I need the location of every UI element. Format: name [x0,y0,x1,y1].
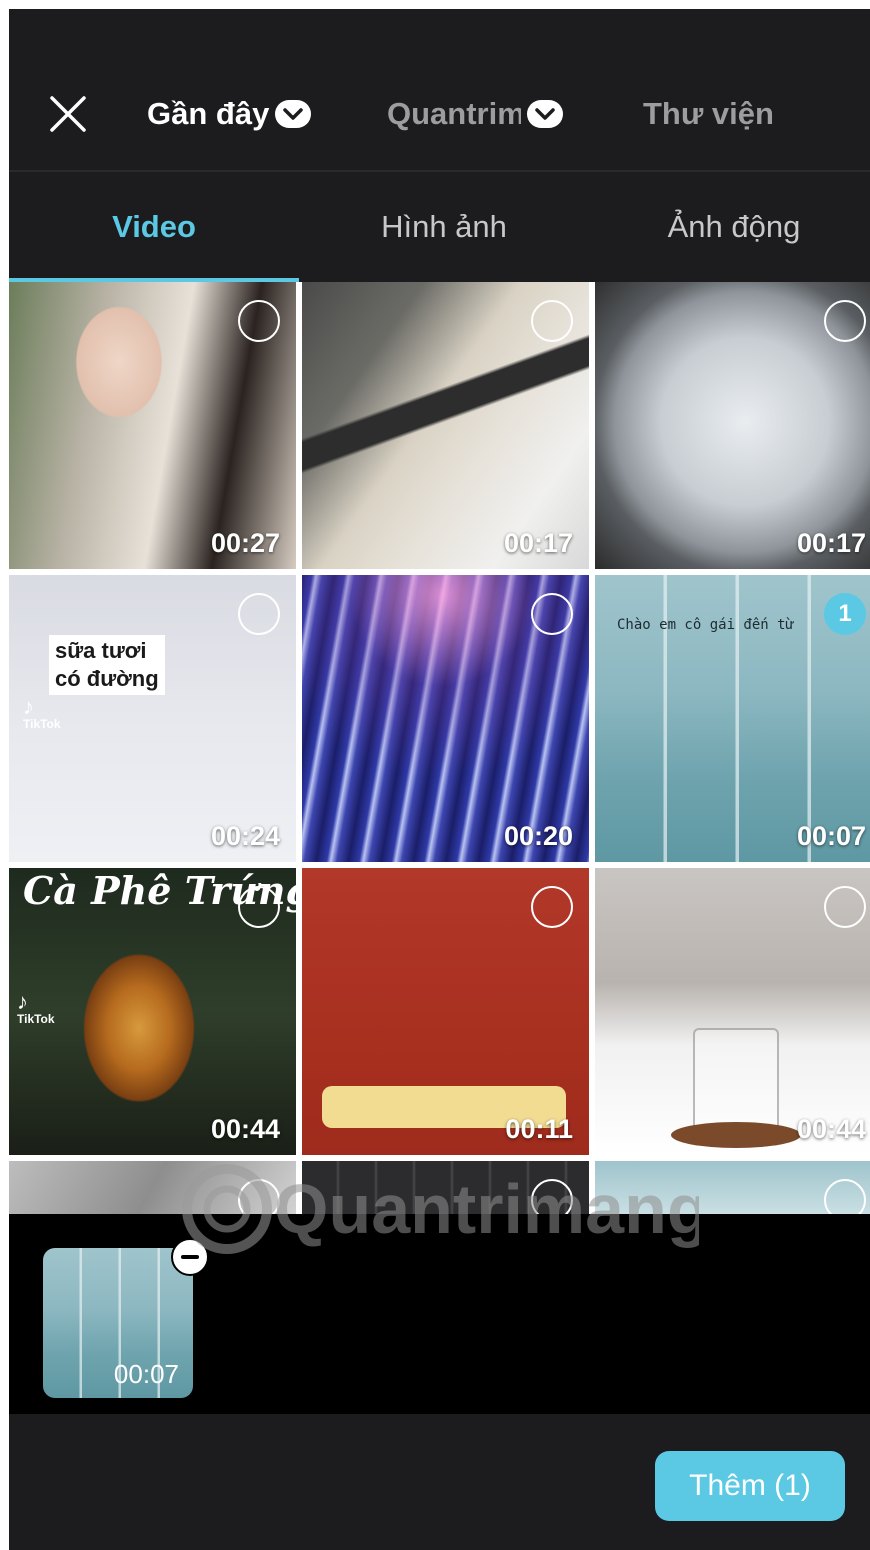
grid-item-video[interactable]: 00:17 [302,282,589,569]
tiktok-logo: ♪ TikTok [23,694,61,732]
tab-images[interactable]: Hình ảnh [299,172,589,282]
coaster-shape [671,1122,801,1148]
grid-item-video[interactable]: Cà Phê Trứng ♪ TikTok 00:44 [9,868,296,1155]
tiktok-logo: ♪ TikTok [17,989,55,1027]
album-tab-library[interactable]: Thư viện [643,93,774,135]
grid-item-video[interactable]: 00:11 [302,868,589,1155]
grid-item-video[interactable] [9,1161,296,1214]
video-caption: Chào em cô gái đến từ [617,617,795,633]
grid-item-video-selected[interactable]: Chào em cô gái đến từ 1 00:07 [595,575,870,862]
tab-gifs[interactable]: Ảnh động [589,172,870,282]
video-caption: sữa tươi có đường [49,635,165,695]
top-bar: Gần đây Quantrimang Thư viện [9,9,870,170]
album-tab-label: Thư viện [643,96,774,131]
album-tab-recent[interactable]: Gần đây [147,93,312,135]
bottom-bar: Thêm (1) [9,1414,870,1550]
video-duration: 00:27 [210,528,280,558]
remove-button[interactable] [171,1238,209,1276]
album-tab-label: Gần đây [147,96,270,131]
media-type-tabs: Video Hình ảnh Ảnh động [9,172,870,282]
video-duration: 00:07 [796,821,866,851]
media-grid: 00:27 00:17 00:17 sữa tươi có đường ♪ Tik… [9,282,870,1214]
select-circle[interactable] [824,1179,866,1214]
select-circle[interactable] [824,886,866,928]
grid-item-video[interactable]: 00:44 [595,868,870,1155]
video-duration: 00:44 [210,1114,280,1144]
video-duration: 00:11 [505,1114,573,1144]
close-icon [50,96,86,132]
media-picker-screen: Gần đây Quantrimang Thư viện Video Hình … [9,9,870,1550]
chevron-down-icon [527,100,563,128]
selected-duration: 00:07 [113,1359,179,1389]
add-button[interactable]: Thêm (1) [655,1451,845,1521]
select-circle[interactable] [238,593,280,635]
select-circle[interactable] [238,300,280,342]
grid-item-video[interactable]: sữa tươi có đường ♪ TikTok 00:24 [9,575,296,862]
album-tab-quantrimang[interactable]: Quantrimang [387,93,563,135]
close-button[interactable] [47,93,89,135]
video-duration: 00:24 [210,821,280,851]
selected-item[interactable]: 00:07 [43,1248,193,1398]
grid-item-video[interactable]: 00:17 [595,282,870,569]
video-duration: 00:17 [503,528,573,558]
video-duration: 00:20 [503,821,573,851]
grid-item-video[interactable]: 00:27 [9,282,296,569]
select-circle[interactable] [238,1179,280,1214]
select-circle[interactable] [238,886,280,928]
album-tab-label: Quantrimang [387,96,521,131]
video-duration: 00:44 [796,1114,866,1144]
video-duration: 00:17 [796,528,866,558]
tab-video[interactable]: Video [9,172,299,282]
select-circle[interactable] [531,593,573,635]
select-circle[interactable] [531,886,573,928]
selection-order-badge[interactable]: 1 [824,593,866,635]
select-circle[interactable] [531,300,573,342]
grid-item-video[interactable]: 00:20 [302,575,589,862]
select-circle[interactable] [824,300,866,342]
select-circle[interactable] [531,1179,573,1214]
chevron-down-icon [275,100,312,128]
grid-item-video[interactable] [595,1161,870,1214]
selected-tray: 00:07 [9,1214,870,1414]
grid-item-video[interactable] [302,1161,589,1214]
